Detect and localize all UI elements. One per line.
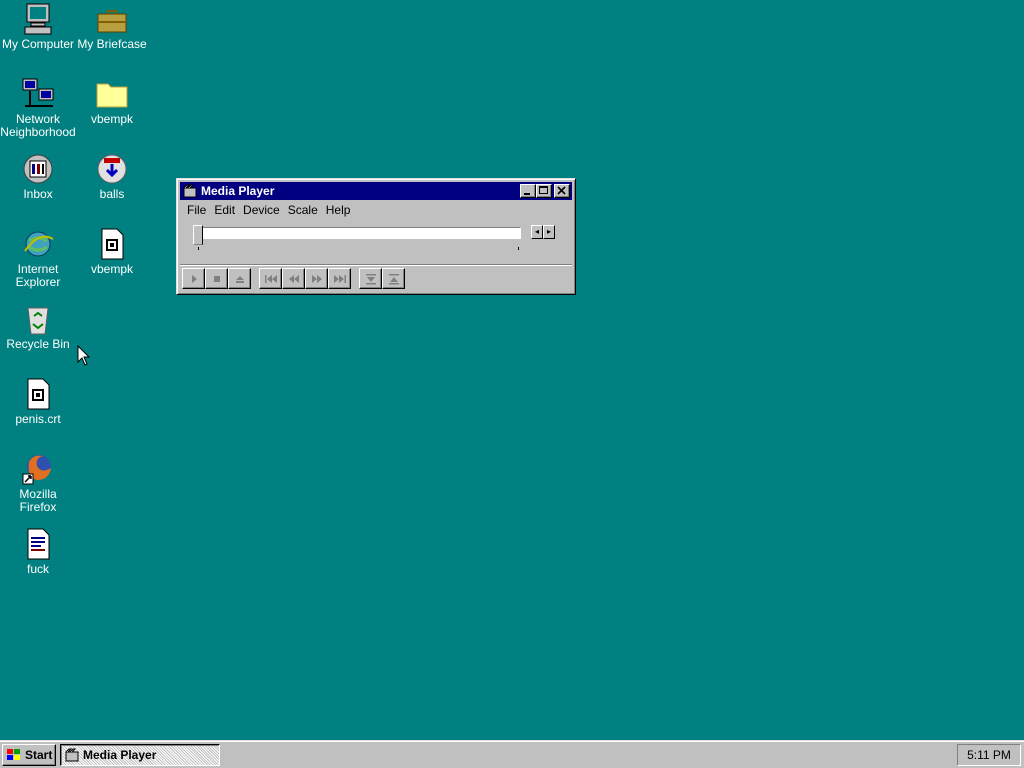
start-selection-button[interactable]: [359, 268, 382, 289]
slider-tick-start: [198, 247, 199, 250]
previous-mark-button[interactable]: [259, 268, 282, 289]
scroll-buttons: ◂ ▸: [531, 225, 555, 239]
menu-help[interactable]: Help: [324, 203, 357, 217]
menu-edit[interactable]: Edit: [212, 203, 241, 217]
desktop-icon-label: penis.crt: [15, 412, 61, 426]
desktop-icon-balls[interactable]: balls: [74, 152, 150, 201]
desktop-icon-label: Recycle Bin: [6, 337, 70, 351]
slider-track[interactable]: [199, 227, 521, 239]
media-player-icon: [65, 748, 79, 762]
maximize-button[interactable]: [536, 184, 552, 198]
close-icon: [557, 186, 566, 195]
desktop-icon-mozilla-firefox[interactable]: Mozilla Firefox: [0, 452, 76, 514]
previous-mark-icon: [264, 274, 277, 283]
desktop-icon-folder-vbempk[interactable]: vbempk: [74, 77, 150, 126]
eject-icon: [235, 275, 244, 283]
system-tray-clock[interactable]: 5:11 PM: [957, 744, 1021, 766]
computer-icon: [21, 2, 55, 36]
internet-explorer-icon: [21, 227, 55, 261]
firefox-shortcut-icon: [21, 452, 55, 486]
inbox-icon: [21, 152, 55, 186]
fast-forward-icon: [311, 274, 322, 283]
desktop-icon-label: Internet Explorer: [15, 262, 61, 289]
menu-file[interactable]: File: [185, 203, 212, 217]
rewind-button[interactable]: [282, 268, 305, 289]
rewind-icon: [288, 274, 299, 283]
next-mark-button[interactable]: [328, 268, 351, 289]
minimize-button[interactable]: [520, 184, 536, 198]
folder-icon: [95, 77, 129, 111]
taskbar: Start Media Player 5:11 PM: [0, 740, 1024, 768]
desktop-icon-penis-crt[interactable]: penis.crt: [0, 377, 76, 426]
desktop-icon-label: vbempk: [90, 112, 134, 126]
desktop-icon-label: Network Neighborhood: [0, 112, 76, 139]
desktop-icon-label: Mozilla Firefox: [19, 487, 57, 514]
end-selection-icon: [388, 273, 399, 284]
menu-bar: File Edit Device Scale Help: [185, 201, 356, 219]
windows-logo-icon: [6, 748, 22, 762]
minimize-icon: [524, 193, 530, 195]
fast-forward-button[interactable]: [305, 268, 328, 289]
desktop-icon-inbox[interactable]: Inbox: [0, 152, 76, 201]
menu-device[interactable]: Device: [241, 203, 286, 217]
close-button[interactable]: [554, 184, 570, 198]
desktop-icon-label: fuck: [26, 562, 49, 576]
start-button[interactable]: Start: [2, 744, 56, 766]
end-selection-button[interactable]: [382, 268, 405, 289]
media-player-icon: [183, 184, 197, 198]
stop-button[interactable]: [205, 268, 228, 289]
scroll-right-button[interactable]: ▸: [543, 225, 555, 239]
desktop-icon-label: Inbox: [23, 187, 53, 201]
start-label: Start: [25, 748, 53, 762]
desktop-icon-label: My Computer: [1, 37, 75, 51]
eject-button[interactable]: [228, 268, 251, 289]
stop-icon: [213, 275, 220, 282]
menu-scale[interactable]: Scale: [286, 203, 324, 217]
title-bar[interactable]: Media Player: [180, 182, 572, 200]
taskbar-button-media-player[interactable]: Media Player: [60, 744, 220, 766]
network-icon: [21, 77, 55, 111]
desktop-icon-my-computer[interactable]: My Computer: [0, 2, 76, 51]
scroll-left-button[interactable]: ◂: [531, 225, 543, 239]
desktop-icon-my-briefcase[interactable]: My Briefcase: [74, 2, 150, 51]
desktop-icon-document[interactable]: fuck: [0, 527, 76, 576]
media-file-icon: [95, 227, 129, 261]
transport-controls: [182, 268, 413, 289]
installer-icon: [95, 152, 129, 186]
desktop-icon-label: vbempk: [90, 262, 134, 276]
media-file-icon: [21, 377, 55, 411]
slider-tick-end: [518, 247, 519, 250]
desktop-icon-network-neighborhood[interactable]: Network Neighborhood: [0, 77, 76, 139]
start-selection-icon: [365, 273, 376, 284]
desktop-icon-label: balls: [99, 187, 125, 201]
play-icon: [191, 274, 197, 283]
mouse-cursor: [77, 344, 91, 367]
clock: 5:11 PM: [967, 748, 1011, 762]
taskbar-button-label: Media Player: [83, 748, 157, 762]
slider-thumb[interactable]: [193, 225, 203, 245]
divider: [180, 264, 572, 266]
document-icon: [21, 527, 55, 561]
desktop-icon-internet-explorer[interactable]: Internet Explorer: [0, 227, 76, 289]
position-slider[interactable]: [193, 225, 525, 251]
desktop-icon-recycle-bin[interactable]: Recycle Bin: [0, 302, 76, 351]
window-title: Media Player: [201, 184, 275, 198]
briefcase-icon: [95, 2, 129, 36]
desktop-icon-label: My Briefcase: [77, 37, 147, 51]
recycle-bin-icon: [21, 302, 55, 336]
desktop-icon-vbempk-media[interactable]: vbempk: [74, 227, 150, 276]
media-player-window[interactable]: Media Player File Edit Device Scale Help…: [176, 178, 576, 295]
maximize-icon: [539, 186, 548, 194]
play-button[interactable]: [182, 268, 205, 289]
next-mark-icon: [333, 274, 346, 283]
